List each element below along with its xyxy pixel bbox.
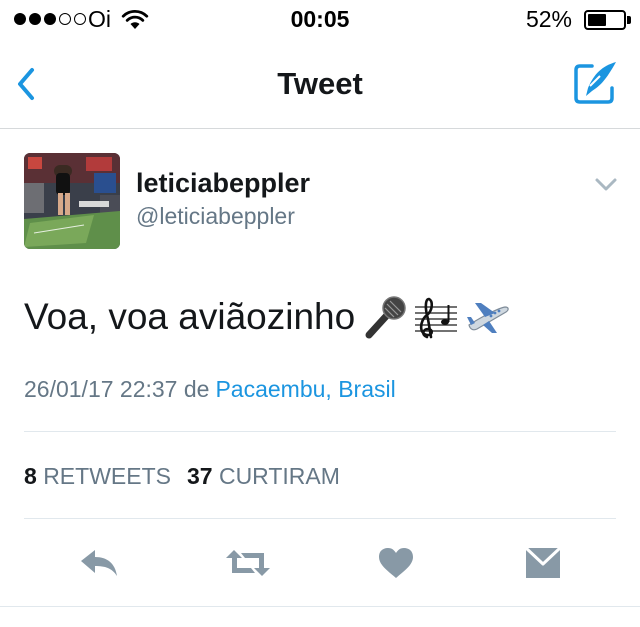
- battery-level-fill: [588, 14, 606, 26]
- airplane-emoji: [467, 303, 509, 333]
- retweet-button[interactable]: [225, 546, 271, 580]
- like-button[interactable]: [376, 546, 416, 580]
- reply-icon: [81, 550, 117, 576]
- retweet-icon: [226, 550, 270, 576]
- divider: [24, 518, 616, 519]
- chevron-down-icon[interactable]: [594, 177, 618, 193]
- reply-button[interactable]: [79, 546, 119, 580]
- status-bar: Oi 00:05 52%: [0, 0, 640, 40]
- direct-message-button[interactable]: [523, 546, 563, 580]
- tweet-stats: 8 RETWEETS 37 CURTIRAM: [24, 463, 340, 490]
- tweet-emojis: [363, 295, 511, 339]
- bottom-divider: [0, 606, 640, 607]
- retweets-stat[interactable]: 8 RETWEETS: [24, 463, 171, 489]
- likes-stat[interactable]: 37 CURTIRAM: [187, 463, 340, 489]
- compose-tweet-icon[interactable]: [572, 58, 620, 106]
- musical-score-emoji: [415, 297, 458, 339]
- direct-message-icon: [524, 546, 562, 578]
- retweets-label: RETWEETS: [43, 463, 171, 489]
- microphone-emoji: [365, 296, 406, 339]
- tweet-meta: 26/01/17 22:37 de Pacaembu, Brasil: [24, 376, 396, 403]
- page-title: Tweet: [277, 66, 363, 101]
- likes-count: 37: [186, 463, 213, 489]
- author-handle[interactable]: @leticiabeppler: [136, 203, 295, 230]
- battery-terminal: [627, 16, 631, 24]
- tweet-datetime: 26/01/17 22:37 de: [24, 376, 210, 402]
- likes-label: CURTIRAM: [218, 463, 340, 489]
- battery-percentage: 52%: [525, 6, 572, 32]
- like-icon: [379, 548, 413, 578]
- author-display-name[interactable]: leticiabeppler: [136, 168, 310, 199]
- tweet-text: Voa, voa aviãozinho: [24, 295, 511, 339]
- navigation-bar: Tweet: [0, 40, 640, 129]
- tweet-location-link[interactable]: Pacaembu, Brasil: [215, 376, 395, 402]
- divider: [24, 431, 616, 432]
- tweet-text-content: Voa, voa aviãozinho: [24, 296, 356, 337]
- retweets-count: 8: [24, 463, 37, 489]
- battery-icon: [584, 10, 626, 30]
- avatar[interactable]: [24, 153, 120, 249]
- profile-photo: [24, 153, 120, 249]
